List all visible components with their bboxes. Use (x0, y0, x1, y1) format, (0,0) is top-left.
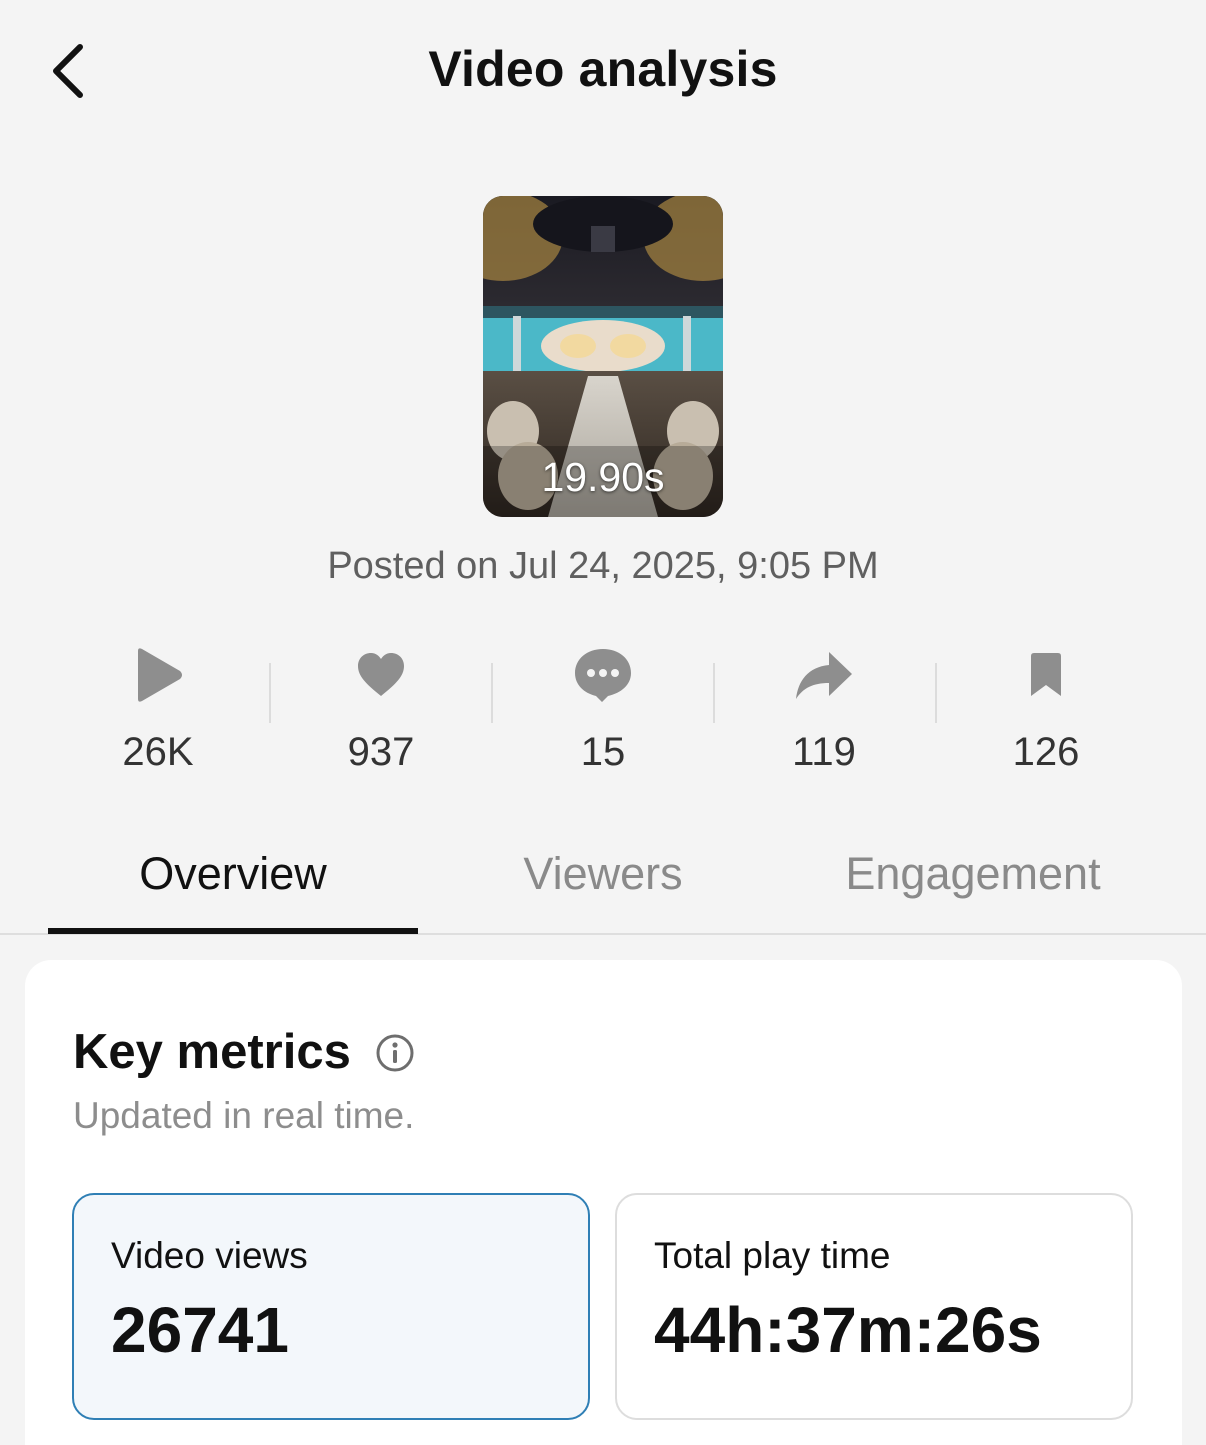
stat-likes-value: 937 (347, 730, 415, 774)
tab-overview[interactable]: Overview (48, 848, 418, 900)
stat-shares-value: 119 (792, 730, 856, 774)
stat-divider (935, 663, 937, 723)
tab-viewers[interactable]: Viewers (455, 848, 751, 900)
metric-value: 44h:37m:26s (654, 1294, 1042, 1366)
metric-label: Total play time (654, 1235, 891, 1276)
tab-engagement[interactable]: Engagement (800, 848, 1146, 900)
key-metrics-title: Key metrics (73, 1025, 351, 1079)
stat-views-value: 26K (122, 730, 194, 774)
heart-icon (358, 653, 404, 696)
stat-divider (269, 663, 271, 723)
metric-value: 26741 (111, 1294, 289, 1366)
bookmark-icon (1031, 653, 1061, 696)
share-icon (796, 652, 852, 699)
stat-likes: 937 (281, 635, 481, 785)
video-duration: 19.90s (541, 454, 665, 500)
metric-label: Video views (111, 1235, 308, 1276)
key-metrics-subtitle: Updated in real time. (73, 1095, 415, 1136)
stat-views: 26K (58, 635, 258, 785)
stat-divider (713, 663, 715, 723)
stat-divider (491, 663, 493, 723)
stat-saves-value: 126 (1012, 730, 1080, 774)
page-title: Video analysis (428, 41, 778, 97)
stat-comments-value: 15 (580, 730, 626, 774)
key-metrics-card: Key metrics Updated in real time. Video … (25, 960, 1182, 1445)
metric-card-video-views[interactable]: Video views 26741 (72, 1193, 590, 1420)
video-thumbnail[interactable]: 19.90s (483, 196, 723, 517)
play-icon (138, 648, 182, 702)
metric-card-total-play-time[interactable]: Total play time 44h:37m:26s (615, 1193, 1133, 1420)
stat-saves: 126 (946, 635, 1146, 785)
video-analysis-screen: Video analysis 19.90s Posted on Jul 24, … (0, 0, 1206, 1445)
active-tab-indicator (48, 928, 418, 934)
info-icon[interactable] (375, 1033, 415, 1073)
stat-comments: 15 (503, 635, 703, 785)
stat-shares: 119 (724, 635, 924, 785)
comment-icon (575, 649, 631, 702)
header: Video analysis (0, 0, 1206, 140)
posted-date: Posted on Jul 24, 2025, 9:05 PM (327, 545, 879, 587)
